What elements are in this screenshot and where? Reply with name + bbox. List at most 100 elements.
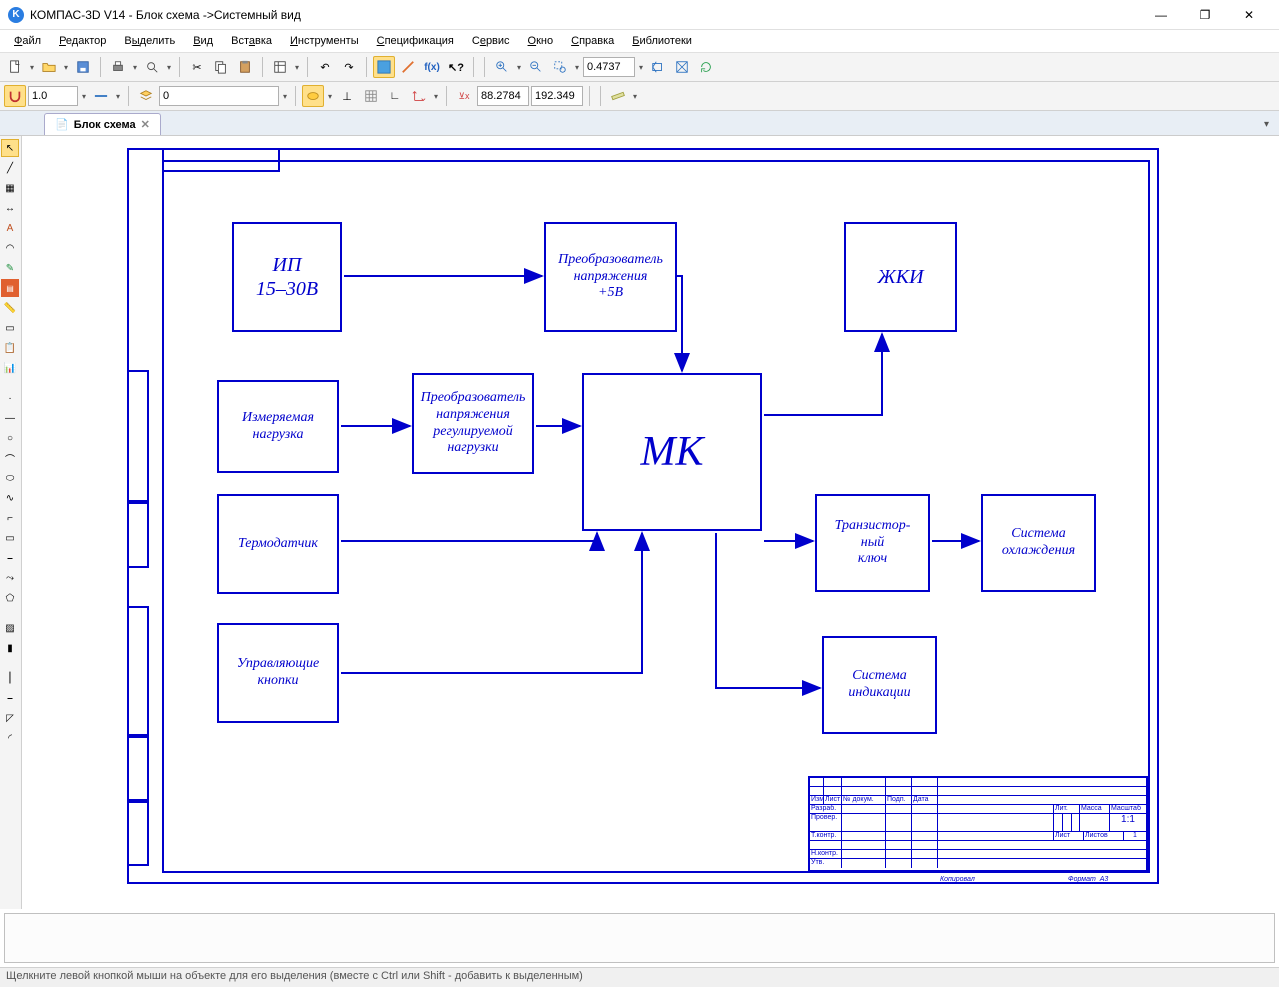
refresh-button[interactable] [695, 56, 717, 78]
zoom-out-button[interactable] [525, 56, 547, 78]
segment-tool[interactable]: — [1, 409, 19, 427]
angle-button[interactable]: ∟ [384, 85, 406, 107]
block-indicate[interactable]: Система индикации [822, 636, 937, 734]
tab-active[interactable]: 📄 Блок схема ✕ [44, 113, 161, 135]
fill-color-button[interactable] [302, 85, 324, 107]
layer-manager-button[interactable] [135, 85, 157, 107]
block-thermo[interactable]: Термодатчик [217, 494, 339, 594]
reports-tool[interactable]: 📊 [1, 359, 19, 377]
block-convreg[interactable]: Преобразователь напряжения регулируемой … [412, 373, 534, 474]
properties-dropdown[interactable]: ▾ [293, 63, 301, 72]
circle-tool[interactable]: ○ [1, 429, 19, 447]
copy-button[interactable] [210, 56, 232, 78]
print-button[interactable] [107, 56, 129, 78]
snap-button[interactable] [4, 85, 26, 107]
coord-x-input[interactable] [477, 86, 529, 106]
help-arrow-button[interactable]: ↖? [445, 56, 467, 78]
title-block[interactable]: ИзмЛист№ докум.Подп.Дата Разраб.Лит.Масс… [808, 776, 1148, 872]
trim-tool[interactable]: ⎮ [1, 669, 19, 687]
block-load[interactable]: Измеряемая нагрузка [217, 380, 339, 473]
redo-button[interactable]: ↷ [338, 56, 360, 78]
open-dropdown[interactable]: ▾ [62, 63, 70, 72]
line-tool[interactable]: ╱ [1, 159, 19, 177]
spline-tool[interactable]: ∿ [1, 489, 19, 507]
polyline-tool[interactable]: ⌐ [1, 509, 19, 527]
new-dropdown[interactable]: ▾ [28, 63, 36, 72]
preview-dropdown[interactable]: ▾ [165, 63, 173, 72]
canvas[interactable]: ИП 15–30В Преобразователь напряжения +5В… [22, 136, 1279, 909]
block-transkey[interactable]: Транзистор- ный ключ [815, 494, 930, 592]
line-style-button[interactable] [90, 85, 112, 107]
zoom-fit-button[interactable] [671, 56, 693, 78]
zoom-prev-button[interactable] [647, 56, 669, 78]
ellipse-tool[interactable]: ⬭ [1, 469, 19, 487]
maximize-button[interactable]: ❐ [1183, 0, 1227, 30]
menu-libraries[interactable]: Библиотеки [624, 32, 700, 50]
text-tool[interactable]: A [1, 219, 19, 237]
menu-service[interactable]: Сервис [464, 32, 518, 50]
style-button[interactable] [397, 56, 419, 78]
poly-tool[interactable]: ⬠ [1, 589, 19, 607]
minimize-button[interactable]: — [1139, 0, 1183, 30]
layer-input[interactable] [159, 86, 279, 106]
cut-button[interactable]: ✂ [186, 56, 208, 78]
ortho-button[interactable]: ⊥ [336, 85, 358, 107]
cs-dropdown[interactable]: ▾ [432, 92, 440, 101]
hatch2-tool[interactable]: ▨ [1, 619, 19, 637]
block-conv5v[interactable]: Преобразователь напряжения +5В [544, 222, 677, 332]
grid-toggle[interactable] [373, 56, 395, 78]
block-lcd[interactable]: ЖКИ [844, 222, 957, 332]
measure-button[interactable] [607, 85, 629, 107]
save-button[interactable] [72, 56, 94, 78]
zoom-in-dropdown[interactable]: ▾ [515, 63, 523, 72]
open-button[interactable] [38, 56, 60, 78]
paste-button[interactable] [234, 56, 256, 78]
coord-y-input[interactable] [531, 86, 583, 106]
zoom-value-input[interactable] [583, 57, 635, 77]
menu-help[interactable]: Справка [563, 32, 622, 50]
params-tool[interactable]: ▤ [1, 279, 19, 297]
local-cs-button[interactable] [408, 85, 430, 107]
arc2-tool[interactable]: ⌒ [1, 449, 19, 467]
block-mk[interactable]: МК [582, 373, 762, 531]
rect-tool[interactable]: ▭ [1, 529, 19, 547]
print-dropdown[interactable]: ▾ [131, 63, 139, 72]
line-style-dropdown[interactable]: ▾ [114, 92, 122, 101]
layer-dropdown[interactable]: ▾ [281, 92, 289, 101]
dimension-tool[interactable]: ↔ [1, 199, 19, 217]
hatch-tool[interactable]: ▦ [1, 179, 19, 197]
menu-file[interactable]: Файл [6, 32, 49, 50]
zoom-value-dropdown[interactable]: ▾ [637, 63, 645, 72]
continuous-tool[interactable]: ⤳ [1, 569, 19, 587]
block-cooling[interactable]: Система охлаждения [981, 494, 1096, 592]
close-button[interactable]: ✕ [1227, 0, 1271, 30]
undo-button[interactable]: ↶ [314, 56, 336, 78]
zoom-region-button[interactable] [549, 56, 571, 78]
line-width-input[interactable] [28, 86, 78, 106]
bezier-tool[interactable]: ⎯ [1, 549, 19, 567]
menu-view[interactable]: Вид [185, 32, 221, 50]
measure2-tool[interactable]: 📏 [1, 299, 19, 317]
menu-editor[interactable]: Редактор [51, 32, 114, 50]
arc-tool[interactable]: ◠ [1, 239, 19, 257]
zoom-in-button[interactable] [491, 56, 513, 78]
menu-window[interactable]: Окно [520, 32, 562, 50]
select-tool[interactable]: ▭ [1, 319, 19, 337]
menu-tools[interactable]: Инструменты [282, 32, 367, 50]
snap-dropdown[interactable]: ▾ [326, 92, 334, 101]
tabs-menu-chevron[interactable]: ▾ [1258, 119, 1275, 130]
edit-tool[interactable]: ✎ [1, 259, 19, 277]
properties-button[interactable] [269, 56, 291, 78]
block-buttons[interactable]: Управляющие кнопки [217, 623, 339, 723]
new-doc-button[interactable] [4, 56, 26, 78]
point-tool[interactable]: · [1, 389, 19, 407]
variables-button[interactable]: f(x) [421, 56, 443, 78]
block-ip[interactable]: ИП 15–30В [232, 222, 342, 332]
preview-button[interactable] [141, 56, 163, 78]
tab-close-icon[interactable]: ✕ [141, 118, 150, 131]
menu-spec[interactable]: Спецификация [369, 32, 462, 50]
line-width-dropdown[interactable]: ▾ [80, 92, 88, 101]
measure-dropdown[interactable]: ▾ [631, 92, 639, 101]
menu-select[interactable]: Выделить [116, 32, 183, 50]
fillet-tool[interactable]: ◜ [1, 729, 19, 747]
